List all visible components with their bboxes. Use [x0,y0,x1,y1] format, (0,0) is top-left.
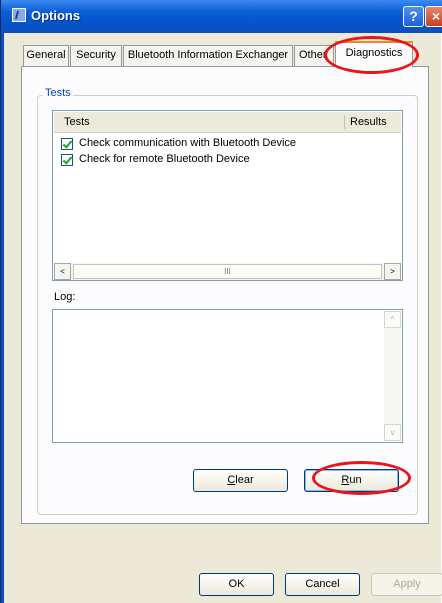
tab-diagnostics[interactable]: Diagnostics [335,41,413,67]
log-label: Log: [54,291,76,303]
title-bar[interactable]: Options ? × [1,0,442,33]
checkbox-check-remote-device[interactable] [61,154,73,166]
tests-list[interactable]: Tests Results Check communication with B… [52,110,403,281]
window-border [1,33,4,603]
tab-general[interactable]: General [23,45,69,66]
list-item-label: Check for remote Bluetooth Device [79,153,250,165]
tab-security[interactable]: Security [70,45,122,66]
window-title: Options [31,8,81,23]
apply-button[interactable]: Apply [371,573,442,596]
clear-label: lear [235,474,254,486]
column-header-tests[interactable]: Tests [64,116,90,128]
run-label: un [349,474,362,486]
horizontal-scrollbar[interactable]: < III > [54,263,401,280]
log-textarea[interactable]: ^ v [52,309,403,443]
tab-other[interactable]: Other [294,45,334,66]
column-separator[interactable] [344,115,345,129]
scroll-up-button[interactable]: ^ [384,311,401,328]
scroll-left-button[interactable]: < [54,263,71,280]
cancel-button[interactable]: Cancel [285,573,360,596]
vertical-scrollbar[interactable]: ^ v [384,311,401,441]
scroll-thumb[interactable]: III [73,264,382,279]
app-icon [12,8,26,22]
column-header-results[interactable]: Results [350,116,387,128]
list-item-label: Check communication with Bluetooth Devic… [79,137,297,149]
clear-button[interactable]: Clear [193,469,288,492]
ok-button[interactable]: OK [199,573,274,596]
tab-bluetooth-information-exchanger[interactable]: Bluetooth Information Exchanger [123,45,293,66]
options-window: Options ? × General Security Bluetooth I… [0,0,442,603]
list-header: Tests Results [54,112,401,133]
checkbox-check-communication[interactable] [61,138,73,150]
scroll-down-button[interactable]: v [384,424,401,441]
help-button[interactable]: ? [403,6,424,27]
tests-group-label: Tests [43,87,73,99]
close-button[interactable]: × [425,6,442,27]
scroll-right-button[interactable]: > [384,263,401,280]
run-button[interactable]: Run [304,469,399,492]
